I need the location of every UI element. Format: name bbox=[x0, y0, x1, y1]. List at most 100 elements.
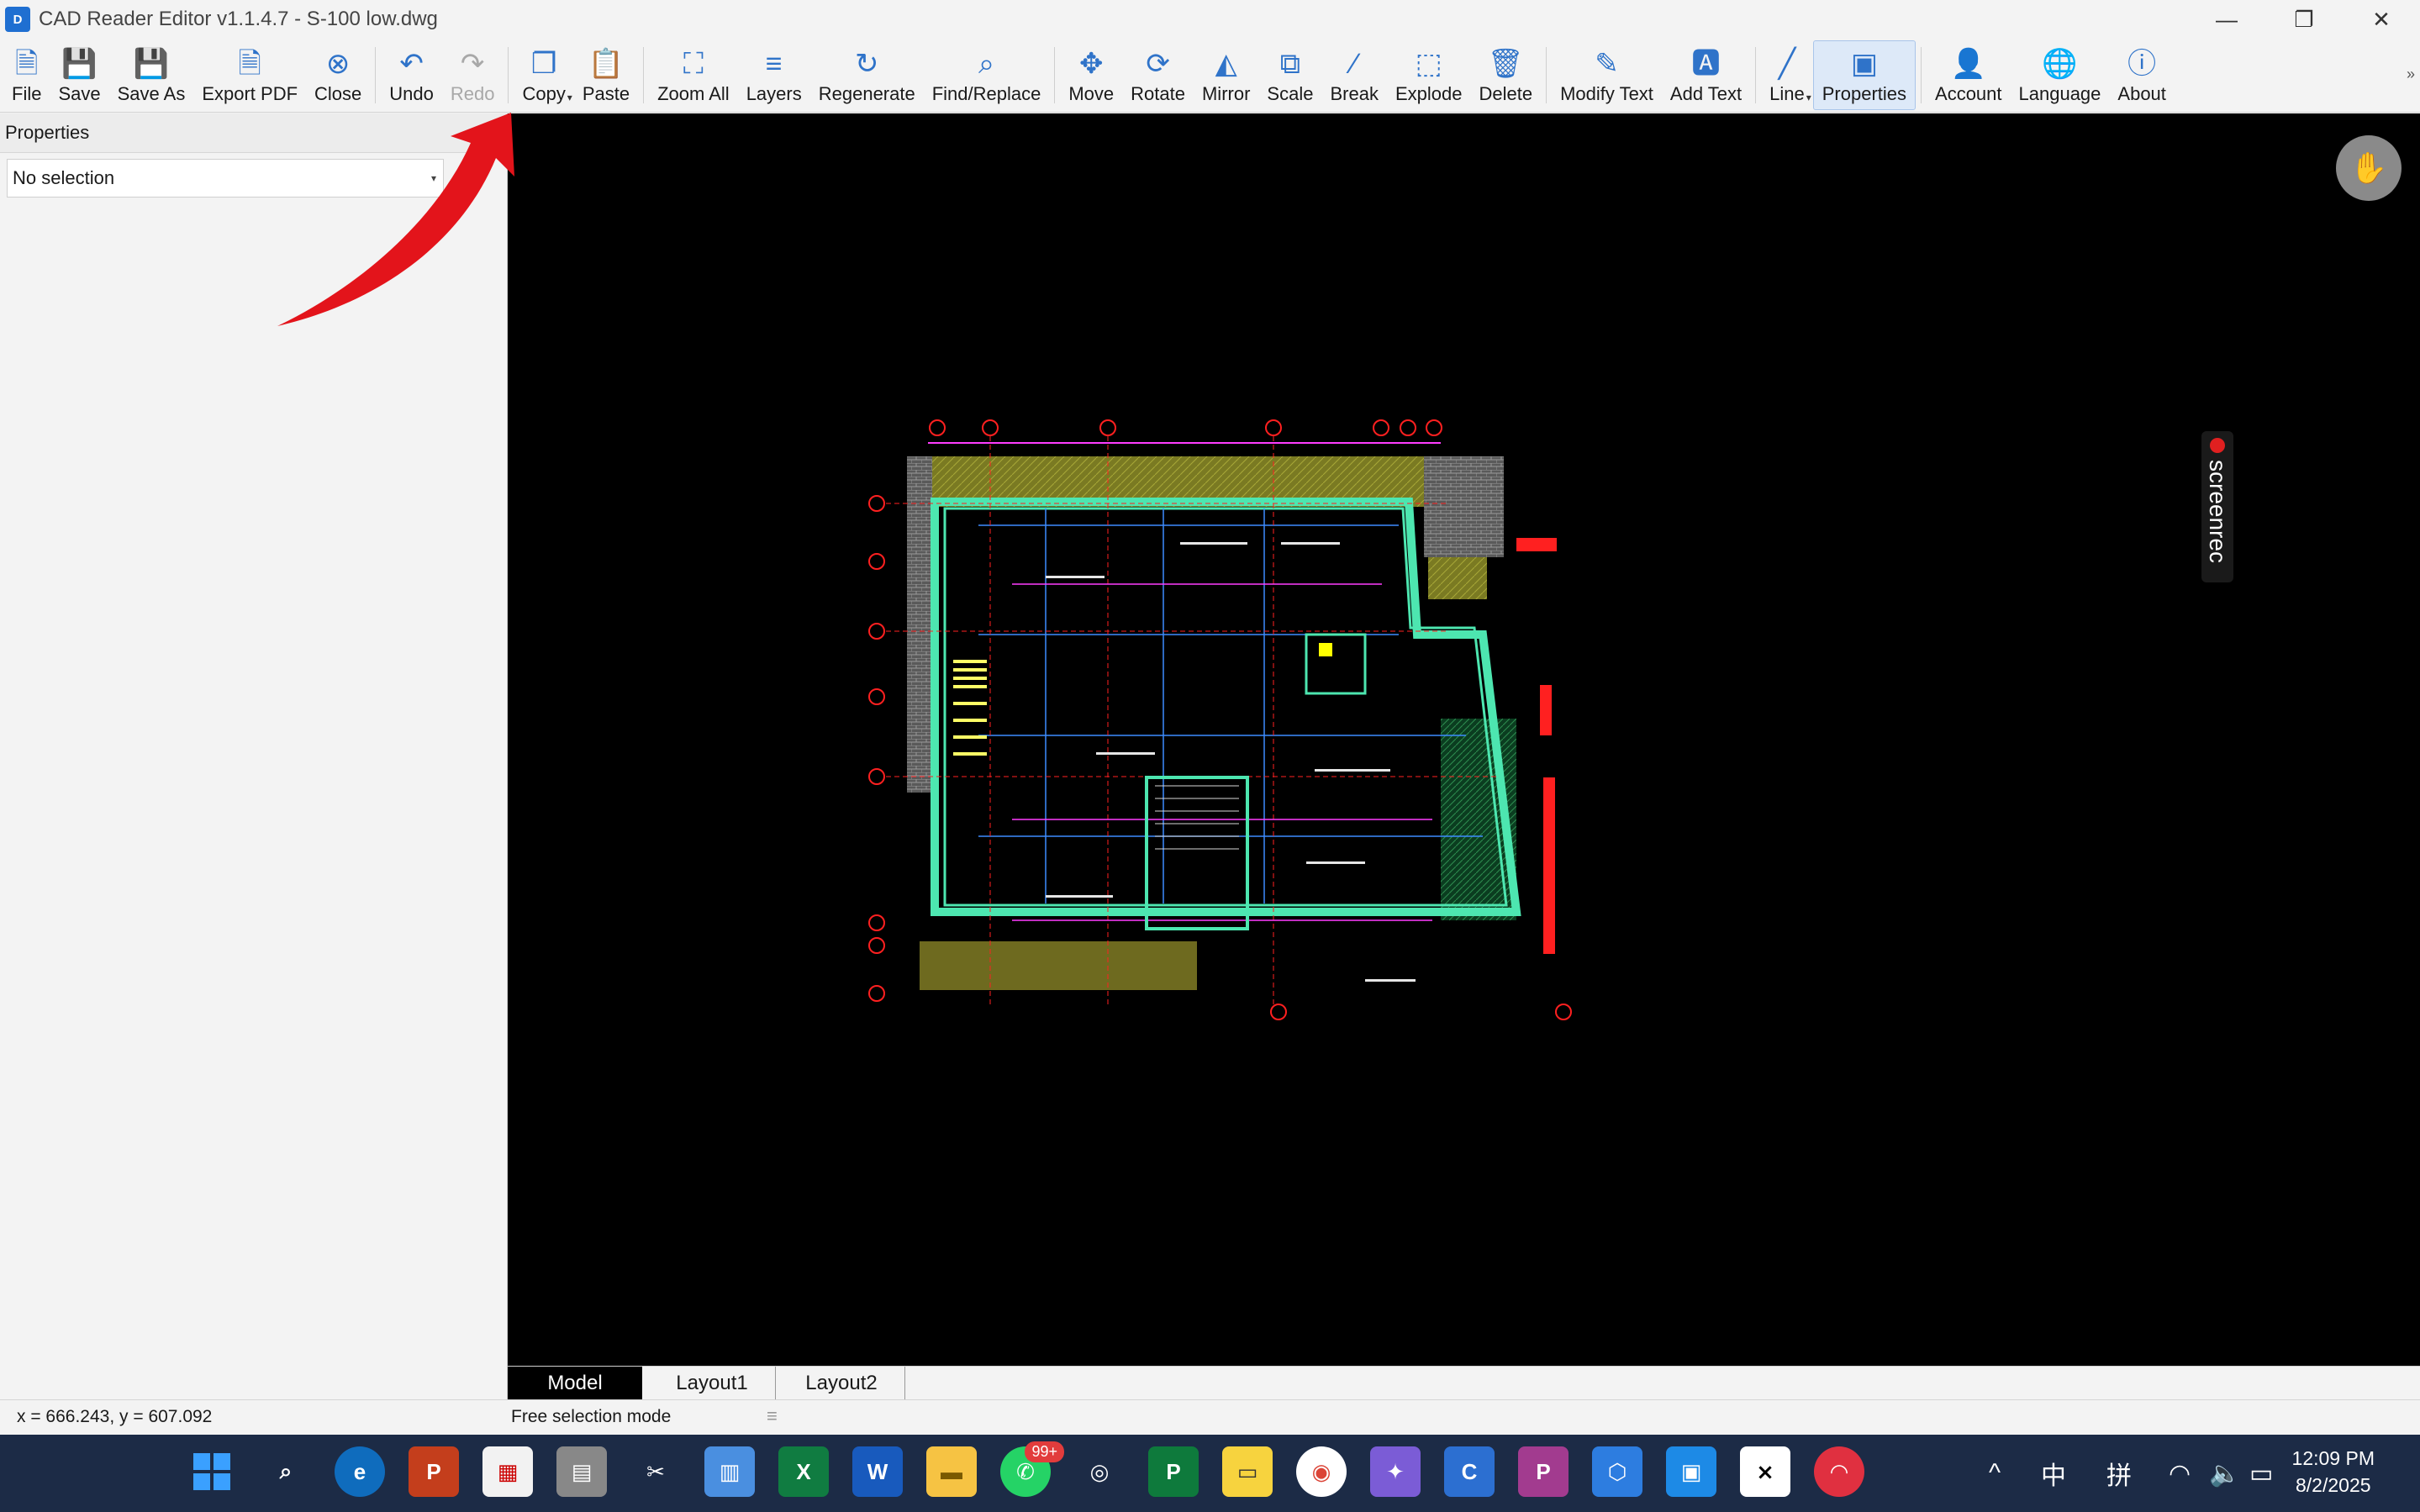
scale-icon: ⧉ bbox=[1279, 47, 1301, 80]
copy-label: Copy bbox=[522, 82, 566, 104]
save-as-icon: 💾 bbox=[133, 47, 170, 80]
tab-model[interactable]: Model bbox=[508, 1367, 642, 1400]
capcut-icon: ⨯ bbox=[1756, 1458, 1774, 1484]
chevron-up-icon: ^ bbox=[1989, 1459, 2001, 1487]
redo-button[interactable]: ↷ Redo bbox=[442, 39, 504, 112]
sticky-notes-icon: ▭ bbox=[1236, 1458, 1258, 1484]
calculator-icon: ▤ bbox=[571, 1458, 593, 1484]
undo-button[interactable]: ↶ Undo bbox=[381, 39, 442, 112]
tray-chevron-button[interactable]: ^ bbox=[1989, 1435, 2001, 1512]
account-button[interactable]: 👤 Account bbox=[1927, 39, 2011, 112]
save-icon: 💾 bbox=[61, 47, 98, 80]
mirror-button[interactable]: ◭ Mirror bbox=[1194, 39, 1258, 112]
wifi-button[interactable]: ◠ bbox=[2169, 1435, 2191, 1512]
ime-language-button[interactable]: 中 bbox=[2041, 1435, 2066, 1512]
snipping-taskbar-button[interactable]: ✂ bbox=[630, 1446, 681, 1497]
screenrec-taskbar-button[interactable]: ◠ bbox=[1814, 1446, 1864, 1497]
properties-header: Properties bbox=[0, 113, 507, 153]
calculator-taskbar-button[interactable]: ▤ bbox=[556, 1446, 607, 1497]
pdf-icon: 🗎 bbox=[238, 47, 261, 80]
volume-button[interactable]: 🔈 bbox=[2209, 1435, 2240, 1512]
save-button[interactable]: 💾 Save bbox=[50, 39, 108, 112]
snipping-icon: ✂ bbox=[646, 1458, 665, 1484]
search-taskbar-button[interactable]: ⌕ bbox=[261, 1446, 311, 1497]
explode-icon: ⬚ bbox=[1415, 47, 1442, 80]
selection-dropdown[interactable]: No selection ▾ bbox=[7, 159, 444, 198]
explode-label: Explode bbox=[1395, 82, 1463, 104]
properties-label: Properties bbox=[1822, 82, 1907, 104]
line-icon: ╱ bbox=[1778, 47, 1796, 80]
delete-label: Delete bbox=[1479, 82, 1533, 104]
properties-button[interactable]: ▣ Properties bbox=[1812, 40, 1916, 110]
regenerate-button[interactable]: ↻ Regenerate bbox=[810, 39, 924, 112]
app2-taskbar-button[interactable]: ▣ bbox=[1666, 1446, 1716, 1497]
close-window-button[interactable]: ✕ bbox=[2343, 0, 2420, 39]
copilot-taskbar-button[interactable]: ✦ bbox=[1370, 1446, 1421, 1497]
move-button[interactable]: ✥ Move bbox=[1060, 39, 1122, 112]
pan-hand-button[interactable]: ✋ bbox=[2336, 135, 2402, 201]
clock[interactable]: 12:09 PM 8/2/2025 bbox=[2292, 1445, 2375, 1499]
word-taskbar-button[interactable]: W bbox=[852, 1446, 903, 1497]
project-taskbar-button[interactable]: P bbox=[1148, 1446, 1199, 1497]
whatsapp-icon: ✆ bbox=[1016, 1458, 1035, 1484]
folder-icon: ▬ bbox=[941, 1458, 962, 1484]
resize-grip-icon[interactable]: ≡ bbox=[767, 1405, 778, 1427]
app-taskbar-button[interactable]: ⬡ bbox=[1592, 1446, 1642, 1497]
pdf-taskbar-button[interactable]: P bbox=[1518, 1446, 1569, 1497]
delete-button[interactable]: 🗑 Delete bbox=[1470, 39, 1541, 112]
tab-layout2[interactable]: Layout2 bbox=[778, 1367, 905, 1400]
minimize-button[interactable]: — bbox=[2188, 0, 2265, 39]
selection-value: No selection bbox=[13, 167, 115, 188]
scale-button[interactable]: ⧉ Scale bbox=[1258, 39, 1321, 112]
about-button[interactable]: ⓘ About bbox=[2109, 39, 2175, 112]
ime-chinese-label: 中 bbox=[2041, 1462, 2066, 1490]
layers-button[interactable]: ≡ Layers bbox=[738, 39, 810, 112]
edge-taskbar-button[interactable]: e bbox=[335, 1446, 385, 1497]
battery-button[interactable]: ▭ bbox=[2249, 1435, 2273, 1512]
excel-taskbar-button[interactable]: X bbox=[778, 1446, 829, 1497]
zoom-all-icon: ⛶ bbox=[683, 47, 704, 80]
modify-text-button[interactable]: ✎ Modify Text bbox=[1552, 39, 1662, 112]
file-explorer-taskbar-button[interactable]: ▬ bbox=[926, 1446, 977, 1497]
restore-button[interactable]: ❐ bbox=[2265, 0, 2343, 39]
rotate-button[interactable]: ⟳ Rotate bbox=[1122, 39, 1194, 112]
find-replace-label: Find/Replace bbox=[931, 82, 1041, 104]
close-file-button[interactable]: ⊗ Close bbox=[306, 39, 370, 112]
zoom-all-button[interactable]: ⛶ Zoom All bbox=[649, 39, 738, 112]
chrome-taskbar-button[interactable]: ◉ bbox=[1296, 1446, 1347, 1497]
toolbar-overflow-icon[interactable]: » bbox=[2407, 66, 2415, 83]
copy-button[interactable]: ❐ Copy ▾ bbox=[514, 39, 573, 112]
whatsapp-taskbar-button[interactable]: ✆ 99+ bbox=[1000, 1441, 1064, 1497]
cad-taskbar-button[interactable]: C bbox=[1444, 1446, 1495, 1497]
layout-tab-bar: Model Layout1 Layout2 bbox=[508, 1366, 2420, 1400]
screen-recorder-widget[interactable]: screenrec bbox=[2201, 431, 2233, 582]
add-text-button[interactable]: 🅰 Add Text bbox=[1662, 39, 1750, 112]
store-taskbar-button[interactable]: ▦ bbox=[482, 1446, 533, 1497]
powerpoint-taskbar-button[interactable]: P bbox=[409, 1446, 459, 1497]
paste-icon: 📋 bbox=[588, 47, 625, 80]
explode-button[interactable]: ⬚ Explode bbox=[1387, 39, 1471, 112]
language-button[interactable]: 🌐 Language bbox=[2011, 39, 2110, 112]
close-circle-icon: ⊗ bbox=[325, 47, 351, 80]
line-button[interactable]: ╱ Line ▾ bbox=[1761, 39, 1813, 112]
toolbar-separator bbox=[643, 47, 645, 103]
ime-mode-button[interactable]: 拼 bbox=[2106, 1435, 2132, 1512]
paste-button[interactable]: 📋 Paste bbox=[574, 39, 638, 112]
toolbar-separator bbox=[508, 47, 509, 103]
break-icon: ∕ bbox=[1352, 47, 1358, 80]
notepad-taskbar-button[interactable]: ▥ bbox=[704, 1446, 755, 1497]
find-replace-button[interactable]: ⌕ Find/Replace bbox=[924, 39, 1050, 112]
drawing-canvas[interactable]: ✋ screenrec bbox=[508, 113, 2420, 1366]
save-as-button[interactable]: 💾 Save As bbox=[109, 39, 194, 112]
dropdown-caret-icon: ▾ bbox=[1806, 92, 1811, 103]
export-pdf-button[interactable]: 🗎 Export PDF bbox=[193, 39, 306, 112]
cad-drawing bbox=[868, 419, 1572, 1020]
break-button[interactable]: ∕ Break bbox=[1321, 39, 1386, 112]
file-button[interactable]: 🗎 File bbox=[3, 39, 50, 112]
sticky-notes-taskbar-button[interactable]: ▭ bbox=[1222, 1446, 1273, 1497]
capcut-taskbar-button[interactable]: ⨯ bbox=[1740, 1446, 1790, 1497]
globe-icon: 🌐 bbox=[2042, 47, 2078, 80]
tab-layout1[interactable]: Layout1 bbox=[649, 1367, 776, 1400]
start-button[interactable] bbox=[187, 1446, 237, 1497]
chat-taskbar-button[interactable]: ◎ bbox=[1074, 1446, 1125, 1497]
